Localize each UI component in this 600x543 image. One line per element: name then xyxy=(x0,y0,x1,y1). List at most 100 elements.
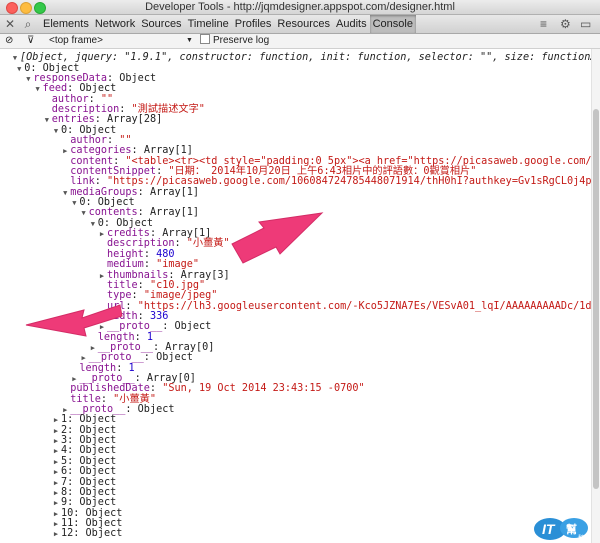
expand-right-icon[interactable]: ▶ xyxy=(51,509,61,519)
expand-down-icon[interactable]: ▼ xyxy=(14,64,24,74)
ithelp-logo: IT 幫 幫忙 xyxy=(534,518,590,541)
key-separator: : xyxy=(149,383,163,395)
string-value: "image" xyxy=(156,259,200,271)
number-value: 480 xyxy=(156,248,175,260)
expand-right-icon[interactable]: ▶ xyxy=(97,271,107,281)
expand-right-icon[interactable]: ▶ xyxy=(60,146,70,156)
key-separator: : xyxy=(143,259,157,271)
settings-gear-icon[interactable]: ⚙ xyxy=(560,16,571,32)
expand-right-icon[interactable]: ▶ xyxy=(51,478,61,488)
value-type: Object xyxy=(79,124,117,136)
expand-right-icon[interactable]: ▶ xyxy=(51,529,61,539)
tab-profiles[interactable]: Profiles xyxy=(232,15,275,33)
expand-right-icon[interactable]: ▶ xyxy=(51,426,61,436)
expand-down-icon[interactable]: ▼ xyxy=(51,126,61,136)
key-separator: : xyxy=(137,310,150,322)
expand-right-icon[interactable]: ▶ xyxy=(51,436,61,446)
expand-down-icon[interactable]: ▼ xyxy=(23,74,33,84)
tab-network[interactable]: Network xyxy=(92,15,138,33)
value-type: Object xyxy=(79,466,117,478)
property-key: content xyxy=(70,155,114,167)
expand-right-icon[interactable]: ▶ xyxy=(51,488,61,498)
key-separator: : xyxy=(125,300,138,312)
property-key: title xyxy=(70,393,101,405)
string-value: "測試描述文字" xyxy=(131,103,205,115)
property-key: url xyxy=(107,300,126,312)
value-type: Array[0] xyxy=(146,373,196,384)
value-type: Array[1] xyxy=(149,207,200,219)
clear-console-icon[interactable]: ⊘ xyxy=(5,34,13,48)
string-value: "小薑黃" xyxy=(186,238,230,250)
key-separator: : xyxy=(100,393,114,405)
console-summary-row[interactable]: ▼ [Object, jquery: "1.9.1", constructor: … xyxy=(10,52,592,63)
expand-down-icon[interactable]: ▼ xyxy=(60,188,70,198)
expand-right-icon[interactable]: ▶ xyxy=(51,457,61,467)
value-type: Object xyxy=(79,414,117,426)
property-key: publishedDate xyxy=(70,383,150,395)
inspect-element-icon[interactable]: ⌕ xyxy=(21,16,35,32)
window-titlebar: Developer Tools - http://jqmdesigner.app… xyxy=(0,0,600,15)
expand-right-icon[interactable]: ▶ xyxy=(51,415,61,425)
value-type: Object xyxy=(79,497,117,509)
value-type: Object xyxy=(97,197,135,209)
chevron-down-icon[interactable]: ▼ xyxy=(186,34,193,48)
expand-right-icon[interactable]: ▶ xyxy=(51,519,61,529)
key-separator: : xyxy=(168,269,181,281)
key-separator: : xyxy=(67,83,80,95)
preserve-log-option[interactable]: Preserve log xyxy=(200,34,269,48)
tab-resources[interactable]: Resources xyxy=(274,15,333,33)
expand-down-icon[interactable]: ▼ xyxy=(88,219,98,229)
dock-icon[interactable]: ▭ xyxy=(580,16,591,32)
console-scrollbar[interactable] xyxy=(591,49,600,543)
preserve-log-checkbox[interactable] xyxy=(200,34,210,44)
property-key: __proto__ xyxy=(79,373,135,384)
tab-console[interactable]: Console xyxy=(369,15,416,33)
key-separator: : xyxy=(125,404,138,416)
summary-text: [Object, jquery: "1.9.1", constructor: f… xyxy=(20,52,592,63)
expand-right-icon[interactable]: ▶ xyxy=(97,229,107,239)
scrollbar-thumb[interactable] xyxy=(593,109,599,489)
property-key: author xyxy=(70,134,107,146)
value-type: Array[28] xyxy=(107,114,163,126)
value-type: Array[1] xyxy=(143,145,193,157)
filter-icon[interactable]: ⊽ xyxy=(27,34,34,48)
tab-audits[interactable]: Audits xyxy=(333,15,370,33)
key-separator: : xyxy=(156,166,169,177)
index-label: 11: xyxy=(61,517,86,529)
key-separator: : xyxy=(174,238,187,250)
expand-down-icon[interactable]: ▼ xyxy=(69,198,79,208)
key-separator: : xyxy=(116,362,129,374)
tab-elements[interactable]: Elements xyxy=(40,15,92,33)
show-drawer-icon[interactable]: ≡ xyxy=(540,16,547,32)
string-value: "<table><tr><td style="padding:0 5px"><a… xyxy=(125,155,592,167)
expand-down-icon[interactable]: ▼ xyxy=(79,208,89,218)
expand-right-icon[interactable]: ▶ xyxy=(51,467,61,477)
key-separator: : xyxy=(134,331,147,343)
property-key: entries xyxy=(51,114,95,126)
index-label: 7: xyxy=(61,476,80,488)
index-label: 4: xyxy=(61,445,80,457)
svg-text:幫忙: 幫忙 xyxy=(578,534,590,541)
key-separator: : xyxy=(131,290,144,302)
expand-right-icon[interactable]: ▶ xyxy=(51,446,61,456)
value-type: Object xyxy=(85,507,123,519)
string-value: "" xyxy=(100,93,114,105)
number-value: 1 xyxy=(128,362,135,374)
tab-sources[interactable]: Sources xyxy=(138,15,184,33)
tab-timeline[interactable]: Timeline xyxy=(185,15,232,33)
tree-row[interactable]: ▶ 12: Object xyxy=(51,529,122,539)
frame-select[interactable]: <top frame> xyxy=(49,34,103,48)
expand-down-icon[interactable]: ▼ xyxy=(33,84,43,94)
value-type: Object xyxy=(79,445,117,457)
index-label: 8: xyxy=(61,486,80,498)
expand-down-icon[interactable]: ▼ xyxy=(42,115,52,125)
key-separator: : xyxy=(94,176,108,188)
expand-right-icon[interactable]: ▶ xyxy=(51,498,61,508)
close-panel-icon[interactable]: ✕ xyxy=(3,16,17,32)
property-key: mediaGroups xyxy=(70,186,138,198)
string-value: "日期： 2014年10月20日 上午6:43相片中的評語數：0觀賞相片" xyxy=(168,166,477,177)
expand-down-icon[interactable]: ▼ xyxy=(10,53,20,63)
index-label: 1: xyxy=(61,414,80,426)
console-output[interactable]: ▼ [Object, jquery: "1.9.1", constructor: … xyxy=(0,49,592,543)
key-separator: : xyxy=(143,352,157,364)
